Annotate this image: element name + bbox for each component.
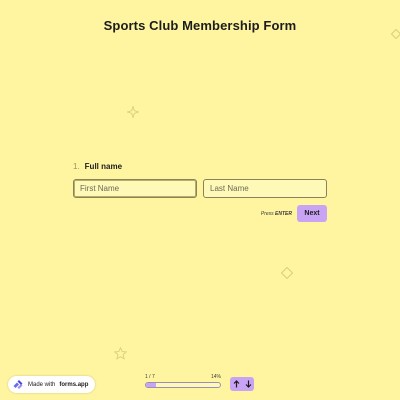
question-text: Full name: [84, 162, 123, 171]
previous-question-button[interactable]: [230, 377, 242, 391]
progress-labels: 1 / 7 14%: [145, 374, 221, 380]
progress-bar: [145, 382, 221, 388]
badge-brand: forms.app: [59, 381, 89, 388]
progress-percent: 14%: [210, 374, 221, 380]
press-enter-hint: Press ENTER: [261, 211, 292, 217]
next-button[interactable]: Next: [297, 205, 327, 222]
star-outline-icon: [114, 347, 127, 360]
next-row: Press ENTER Next: [73, 205, 327, 222]
form-title: Sports Club Membership Form: [103, 18, 297, 33]
arrow-up-icon: [233, 380, 239, 388]
question-block: 1. Full name: [73, 162, 327, 198]
first-name-input[interactable]: [73, 179, 197, 198]
question-label: 1. Full name: [73, 162, 327, 171]
progress: 1 / 7 14%: [145, 374, 221, 388]
question-number: 1.: [73, 162, 80, 171]
nav-buttons: [230, 377, 254, 391]
badge-prefix: Made with: [28, 381, 56, 388]
made-with-badge[interactable]: Made with forms.app: [8, 376, 96, 393]
forms-app-logo-icon: [13, 379, 23, 389]
sparkle-outline-icon: [127, 106, 139, 118]
diamond-outline-icon: [281, 267, 293, 279]
press-key: ENTER: [275, 210, 292, 217]
progress-fill: [146, 383, 157, 387]
arrow-down-icon: [245, 380, 251, 388]
progress-step: 1 / 7: [145, 374, 155, 380]
diamond-outline-icon: [391, 29, 400, 39]
name-inputs: [73, 179, 327, 198]
last-name-input[interactable]: [203, 179, 327, 198]
press-prefix: Press: [260, 210, 274, 217]
next-question-button[interactable]: [242, 377, 254, 391]
